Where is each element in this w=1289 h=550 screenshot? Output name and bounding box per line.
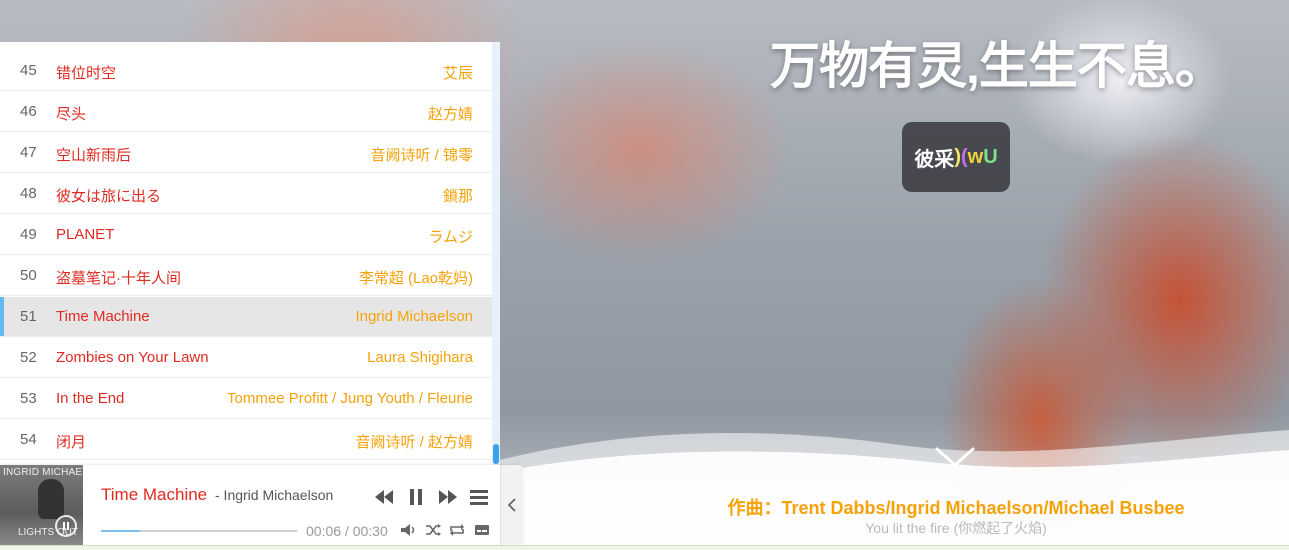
track-artist[interactable]: 李常超 (Lao乾妈) [359, 267, 473, 288]
track-number: 47 [20, 144, 37, 161]
track-title: 空山新雨后 [56, 147, 132, 164]
track-title: 盗墓笔记·十年人间 [56, 270, 181, 287]
playlist-row[interactable]: 53 In the End Tommee Profitt / Jung Yout… [0, 379, 492, 419]
playlist-row[interactable]: 49 PLANET ラムジ [0, 215, 492, 255]
site-badge[interactable]: 彼采)(w U [902, 122, 1010, 192]
track-title: Zombies on Your Lawn [56, 349, 209, 366]
track-number: 53 [20, 390, 37, 407]
playlist-panel: 45 错位时空 艾辰 46 尽头 赵方婧 47 空山新雨后 音阙诗听 / 锦零 … [0, 42, 500, 465]
badge-text: U [983, 145, 998, 168]
playlist-row[interactable]: 46 尽头 赵方婧 [0, 92, 492, 132]
now-playing-artist: - Ingrid Michaelson [215, 487, 334, 503]
playlist-row[interactable]: 50 盗墓笔记·十年人间 李常超 (Lao乾妈) [0, 256, 492, 296]
menu-icon[interactable] [469, 487, 489, 507]
collapse-player-button[interactable] [500, 465, 523, 545]
playlist-scrollbar-thumb[interactable] [493, 444, 499, 464]
track-artist[interactable]: 鎖那 [443, 185, 473, 206]
play-icon[interactable] [55, 515, 77, 537]
track-artist[interactable]: Ingrid Michaelson [355, 308, 473, 325]
track-artist[interactable]: Tommee Profitt / Jung Youth / Fleurie [227, 390, 473, 407]
track-title: PLANET [56, 226, 115, 243]
track-artist[interactable]: Laura Shigihara [367, 349, 473, 366]
track-artist[interactable]: 音阙诗听 / 赵方婧 [355, 431, 473, 452]
track-number: 49 [20, 226, 37, 243]
track-artist[interactable]: 赵方婧 [428, 103, 473, 124]
track-title: 尽头 [56, 106, 87, 123]
cover-figure [38, 479, 64, 519]
track-artist[interactable]: 艾辰 [443, 62, 473, 83]
progress-bar[interactable] [101, 530, 297, 532]
lyrics-icon[interactable] [474, 522, 490, 538]
playlist-row[interactable]: 45 错位时空 艾辰 [0, 51, 492, 91]
track-number: 45 [20, 62, 37, 79]
track-title: In the End [56, 390, 125, 407]
chevron-down-icon[interactable] [934, 446, 976, 468]
repeat-icon[interactable] [449, 522, 465, 538]
badge-text: 彼采 [914, 148, 955, 171]
playlist-row[interactable]: 51 Time Machine Ingrid Michaelson [0, 297, 492, 337]
chevron-left-icon [507, 498, 516, 512]
headline-text: 万物有灵,生生不息。 [770, 38, 1225, 94]
shuffle-icon[interactable] [425, 522, 441, 538]
badge-text: ( [960, 145, 968, 168]
playlist-row[interactable]: 48 彼女は旅に出る 鎖那 [0, 174, 492, 214]
track-number: 51 [20, 308, 37, 325]
next-icon[interactable] [438, 487, 458, 507]
lyric-line: You lit the fire (你燃起了火焰) [865, 520, 1047, 536]
lyric-credit: 作曲：Trent Dabbs/Ingrid Michaelson/Michael… [727, 498, 1185, 518]
playlist-row[interactable]: 47 空山新雨后 音阙诗听 / 锦零 [0, 133, 492, 173]
prev-icon[interactable] [374, 487, 394, 507]
album-cover[interactable]: INGRID MICHAELSON LIGHTS OUT [0, 465, 83, 545]
badge-text: ) [954, 145, 961, 168]
track-title: 彼女は旅に出る [56, 188, 162, 205]
track-title: Time Machine [56, 308, 150, 325]
track-artist[interactable]: ラムジ [428, 226, 473, 247]
track-artist[interactable]: 音阙诗听 / 锦零 [370, 144, 473, 165]
cover-artist-text: INGRID MICHAELSON [3, 467, 83, 478]
active-indicator [0, 297, 4, 336]
now-playing-title: Time Machine [101, 485, 208, 504]
page-bottom-border [0, 545, 1289, 550]
progress-fill [101, 530, 141, 532]
track-number: 46 [20, 103, 37, 120]
track-number: 48 [20, 185, 37, 202]
badge-text: w [967, 145, 984, 168]
track-title: 闭月 [56, 434, 87, 451]
track-title: 错位时空 [56, 65, 117, 82]
track-number: 54 [20, 431, 37, 448]
time-display: 00:06 / 00:30 [306, 523, 388, 539]
playlist-scrollbar-track[interactable] [492, 42, 500, 465]
pause-icon[interactable] [406, 487, 426, 507]
volume-icon[interactable] [400, 522, 416, 538]
track-number: 50 [20, 267, 37, 284]
playlist-row[interactable]: 52 Zombies on Your Lawn Laura Shigihara [0, 338, 492, 378]
playlist-row[interactable]: 54 闭月 音阙诗听 / 赵方婧 [0, 420, 492, 460]
track-number: 52 [20, 349, 37, 366]
